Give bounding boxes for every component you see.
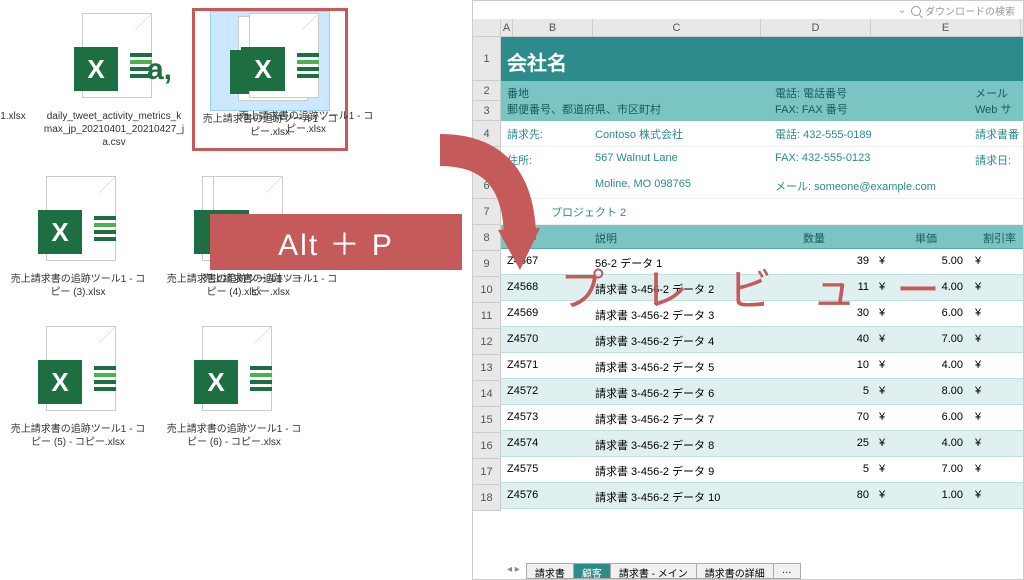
sheet-tab[interactable]: 請求書の詳細	[696, 563, 774, 579]
search-bar: ⌄ ダウンロードの検索	[897, 3, 1015, 18]
file-label: 売上請求書の追跡ツール1 - コピー (3).xlsx	[3, 271, 153, 301]
sheet-tab[interactable]: 請求書	[526, 563, 574, 579]
excel-icon: X	[38, 360, 82, 404]
file-label: 売上請求書の追跡ツール1 - コピー (6) - コピー.xlsx	[159, 421, 309, 451]
row-header[interactable]: 10	[473, 277, 501, 303]
excel-icon: X	[241, 47, 285, 91]
row-header[interactable]: 18	[473, 485, 501, 511]
file-item[interactable]: Xa,daily_tweet_activity_metrics_kmax_jp_…	[36, 8, 192, 151]
row-header[interactable]: 15	[473, 407, 501, 433]
file-explorer: X売上請求書の追跡ツール1.xlsxXa,daily_tweet_activit…	[0, 0, 472, 580]
file-item[interactable]: X 売上請求書の追跡ツール1 - コピー.xlsx	[228, 8, 384, 151]
table-row[interactable]: Z4570請求書 3-456-2 データ 440¥7.00¥	[501, 327, 1023, 353]
file-item[interactable]: X 売上請求書の追跡ツール1 - コピー (5) - コピー.xlsx	[0, 321, 156, 451]
file-item[interactable]: X 売上請求書の追跡ツール1 - コピー (3).xlsx	[0, 171, 156, 301]
excel-icon: X	[38, 210, 82, 254]
search-placeholder[interactable]: ダウンロードの検索	[925, 3, 1015, 18]
table-row[interactable]: Z4571請求書 3-456-2 データ 510¥4.00¥	[501, 353, 1023, 379]
search-icon[interactable]	[911, 6, 921, 16]
table-row[interactable]: Z4573請求書 3-456-2 データ 770¥6.00¥	[501, 405, 1023, 431]
col-header[interactable]: D	[761, 19, 871, 36]
sheet-tab[interactable]: 請求書 - メイン	[610, 563, 697, 579]
dropdown-icon[interactable]: ⌄	[897, 5, 907, 16]
project-row: プロジェクト 2	[501, 199, 1023, 225]
company-title: 会社名	[501, 37, 1023, 81]
excel-icon: X	[74, 47, 118, 91]
file-label: 売上請求書の追跡ツール1 - コピー.xlsx	[195, 271, 345, 301]
column-headers: A B C D E	[473, 19, 1023, 37]
billto-row: Moline, MO 098765メール: someone@example.co…	[501, 173, 1023, 199]
table-row[interactable]: Z4576請求書 3-456-2 データ 1080¥1.00¥	[501, 483, 1023, 509]
table-header: 品 説明 数量 単価 割引率	[501, 225, 1023, 249]
preview-overlay-text: プレビュー	[560, 254, 980, 318]
row-header[interactable]: 2	[473, 81, 501, 101]
billto-row: 住所:567 Walnut LaneFAX: 432-555-0123請求日:	[501, 147, 1023, 173]
file-label: 売上請求書の追跡ツール1.xlsx	[0, 108, 30, 125]
row-header[interactable]: 3	[473, 101, 501, 121]
file-item[interactable]: X売上請求書の追跡ツール1.xlsx	[0, 8, 36, 151]
tab-nav-prev[interactable]: ◂ ▸	[501, 563, 526, 579]
col-header[interactable]: E	[871, 19, 1021, 36]
table-row[interactable]: Z4574請求書 3-456-2 データ 825¥4.00¥	[501, 431, 1023, 457]
col-header[interactable]: A	[501, 19, 513, 36]
shortcut-badge: Alt ＋ P	[210, 214, 462, 270]
row-header[interactable]: 14	[473, 381, 501, 407]
row-header[interactable]: 11	[473, 303, 501, 329]
row-header[interactable]: 12	[473, 329, 501, 355]
file-label: 売上請求書の追跡ツール1 - コピー (5) - コピー.xlsx	[3, 421, 153, 451]
file-label: daily_tweet_activity_metrics_kmax_jp_202…	[39, 108, 189, 151]
file-item[interactable]: X 売上請求書の追跡ツール1 - コピー (6) - コピー.xlsx	[156, 321, 312, 451]
row-header[interactable]: 1	[473, 37, 501, 81]
table-row[interactable]: Z4572請求書 3-456-2 データ 65¥8.00¥	[501, 379, 1023, 405]
row-header[interactable]: 13	[473, 355, 501, 381]
file-label: 売上請求書の追跡ツール1 - コピー.xlsx	[231, 108, 381, 138]
row-header[interactable]: 17	[473, 459, 501, 485]
row-header[interactable]: 16	[473, 433, 501, 459]
col-header[interactable]: C	[593, 19, 761, 36]
table-row[interactable]: Z4575請求書 3-456-2 データ 95¥7.00¥	[501, 457, 1023, 483]
col-header[interactable]: B	[513, 19, 593, 36]
billto-row: 請求先:Contoso 株式会社電話: 432-555-0189請求書番	[501, 121, 1023, 147]
sheet-tabs: ◂ ▸ 請求書 顧客 請求書 - メイン 請求書の詳細 …	[501, 563, 800, 579]
address-block: 番地 郵便番号、都道府県、市区町村 電話: 電話番号 FAX: FAX 番号 メ…	[501, 81, 1023, 121]
excel-icon: X	[194, 360, 238, 404]
sheet-tab[interactable]: …	[773, 563, 801, 579]
sheet-tab[interactable]: 顧客	[573, 563, 611, 579]
